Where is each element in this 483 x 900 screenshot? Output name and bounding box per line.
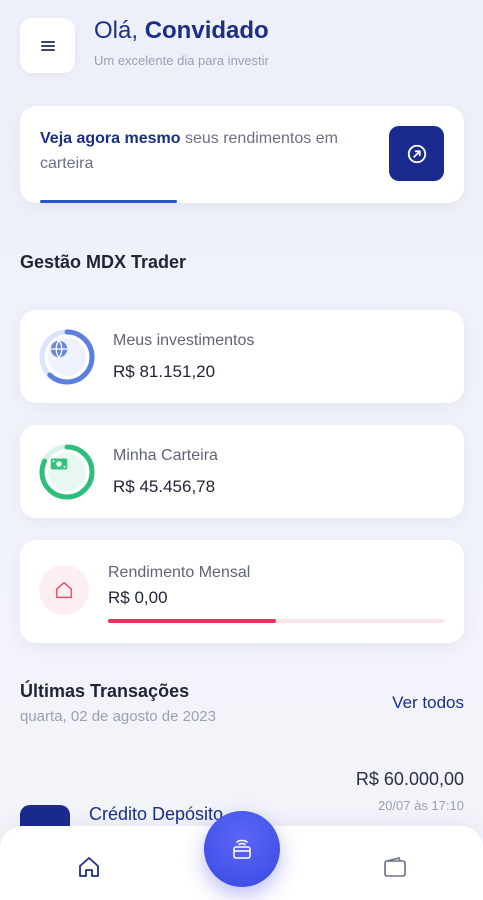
greeting: Olá, Convidado Um excelente dia para inv… bbox=[94, 17, 269, 68]
globe-icon bbox=[48, 338, 86, 376]
contactless-card-icon bbox=[233, 839, 251, 859]
wallet-ring bbox=[39, 444, 95, 500]
menu-button[interactable] bbox=[20, 18, 75, 73]
nav-home-button[interactable] bbox=[75, 855, 103, 879]
arrow-up-right-circle-icon bbox=[407, 144, 426, 163]
promo-card[interactable]: Veja agora mesmo seus rendimentos em car… bbox=[20, 106, 464, 203]
home-icon bbox=[39, 565, 89, 615]
investments-label: Meus investimentos bbox=[113, 332, 255, 349]
promo-open-button[interactable] bbox=[389, 126, 444, 181]
greeting-title: Olá, Convidado bbox=[94, 17, 269, 45]
transactions-title: Últimas Transações bbox=[20, 681, 190, 701]
wallet-card[interactable]: Minha Carteira R$ 45.456,78 bbox=[20, 425, 464, 518]
income-card[interactable]: Rendimento Mensal R$ 0,00 bbox=[20, 540, 464, 643]
investments-card[interactable]: Meus investimentos R$ 81.151,20 bbox=[20, 310, 464, 403]
wallet-icon bbox=[384, 857, 406, 877]
investments-ring bbox=[39, 329, 95, 385]
greeting-subtitle: Um excelente dia para investir bbox=[94, 53, 269, 68]
investments-value: R$ 81.151,20 bbox=[113, 362, 216, 381]
cash-icon bbox=[48, 453, 86, 491]
home-icon bbox=[79, 857, 99, 877]
nav-wallet-button[interactable] bbox=[381, 855, 409, 879]
promo-highlight: Veja agora mesmo bbox=[40, 130, 181, 147]
income-label: Rendimento Mensal bbox=[108, 564, 251, 581]
transactions-date: quarta, 02 de agosto de 2023 bbox=[20, 708, 216, 725]
income-value: R$ 0,00 bbox=[108, 588, 168, 607]
see-all-link[interactable]: Ver todos bbox=[392, 693, 464, 713]
hamburger-icon bbox=[40, 40, 55, 51]
transaction-time: 20/07 às 17:10 bbox=[377, 798, 464, 813]
section-title: Gestão MDX Trader bbox=[20, 252, 187, 272]
promo-progress-fill bbox=[40, 200, 178, 203]
transaction-name[interactable]: Crédito Depósito bbox=[89, 804, 223, 825]
wallet-label: Minha Carteira bbox=[113, 447, 218, 464]
promo-progress bbox=[40, 200, 444, 203]
greeting-name: Convidado bbox=[144, 17, 269, 44]
greeting-prefix: Olá, bbox=[94, 17, 139, 44]
income-progress bbox=[108, 619, 444, 623]
wallet-value: R$ 45.456,78 bbox=[113, 477, 216, 496]
income-progress-fill bbox=[108, 619, 276, 623]
transaction-amount: R$ 60.000,00 bbox=[355, 769, 464, 789]
promo-text: Veja agora mesmo seus rendimentos em car… bbox=[40, 126, 370, 176]
pay-fab-button[interactable] bbox=[204, 811, 280, 887]
